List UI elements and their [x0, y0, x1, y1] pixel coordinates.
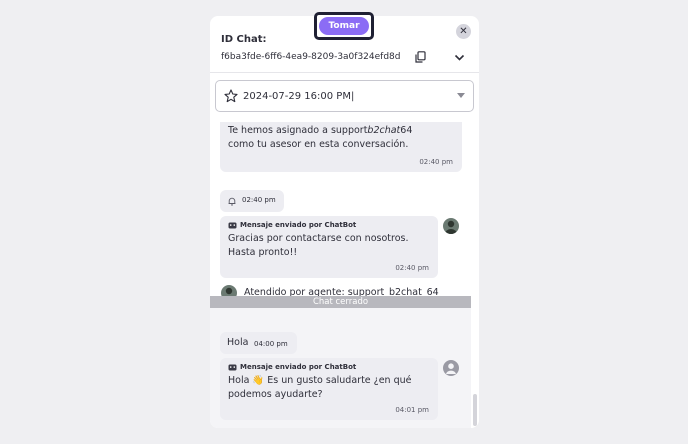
date-selector[interactable]: 2024-07-29 16:00 PM| [215, 80, 474, 112]
close-icon[interactable]: ✕ [456, 24, 471, 39]
bell-icon [228, 197, 236, 206]
message-text: Hola 👋 Es un gusto saludarte ¿en qué [228, 375, 412, 386]
avatar [443, 218, 459, 234]
message-time: 04:01 pm [395, 406, 429, 414]
chevron-down-icon[interactable] [454, 52, 465, 63]
message-time: 02:40 pm [242, 196, 276, 204]
message-text: podemos ayudarte? [228, 389, 323, 400]
message-text: Gracias por contactarse con nosotros. [228, 233, 409, 244]
message-bubble: Mensaje enviado por ChatBot Gracias por … [220, 216, 438, 278]
chat-id-value: f6ba3fde-6ff6-4ea9-8209-3a0f324efd8d [221, 52, 401, 62]
chat-panel: ✕ ID Chat: f6ba3fde-6ff6-4ea9-8209-3a0f3… [210, 16, 479, 428]
bot-icon [228, 364, 237, 370]
message-bubble: Hola 04:00 pm [220, 332, 297, 354]
message-bubble: Mensaje enviado por ChatBot Hola 👋 Es un… [220, 358, 438, 420]
scrollbar-thumb[interactable] [473, 394, 477, 426]
dropdown-caret-icon[interactable] [457, 93, 465, 98]
message-text: Hola [227, 337, 249, 348]
take-button-frame: Tomar [314, 12, 374, 40]
bot-sender-label: Mensaje enviado por ChatBot [228, 363, 430, 371]
message-bubble: Te hemos asignado a supportb2chat64 como… [220, 122, 462, 172]
star-icon[interactable] [224, 89, 238, 103]
message-bubble: 02:40 pm [220, 190, 284, 212]
chat-messages[interactable]: Te hemos asignado a supportb2chat64 como… [210, 122, 479, 428]
scrollbar-track[interactable] [471, 122, 479, 428]
bot-sender-label: Mensaje enviado por ChatBot [228, 221, 430, 229]
message-time: 04:00 pm [254, 340, 288, 348]
chat-id-label: ID Chat: [221, 34, 267, 45]
date-value: 2024-07-29 16:00 PM| [243, 90, 355, 102]
user-avatar-icon [443, 360, 459, 376]
message-time: 02:40 pm [419, 158, 453, 166]
message-time: 02:40 pm [395, 264, 429, 272]
copy-icon[interactable] [415, 51, 426, 63]
bot-icon [228, 222, 237, 228]
take-button[interactable]: Tomar [319, 17, 369, 35]
message-text: como tu asesor en esta conversación. [228, 139, 409, 150]
header-divider [210, 72, 479, 73]
message-text: Te hemos asignado a supportb2chat64 [228, 125, 413, 136]
message-text: Hasta pronto!! [228, 247, 298, 258]
chat-closed-banner: Chat cerrado [210, 296, 471, 308]
